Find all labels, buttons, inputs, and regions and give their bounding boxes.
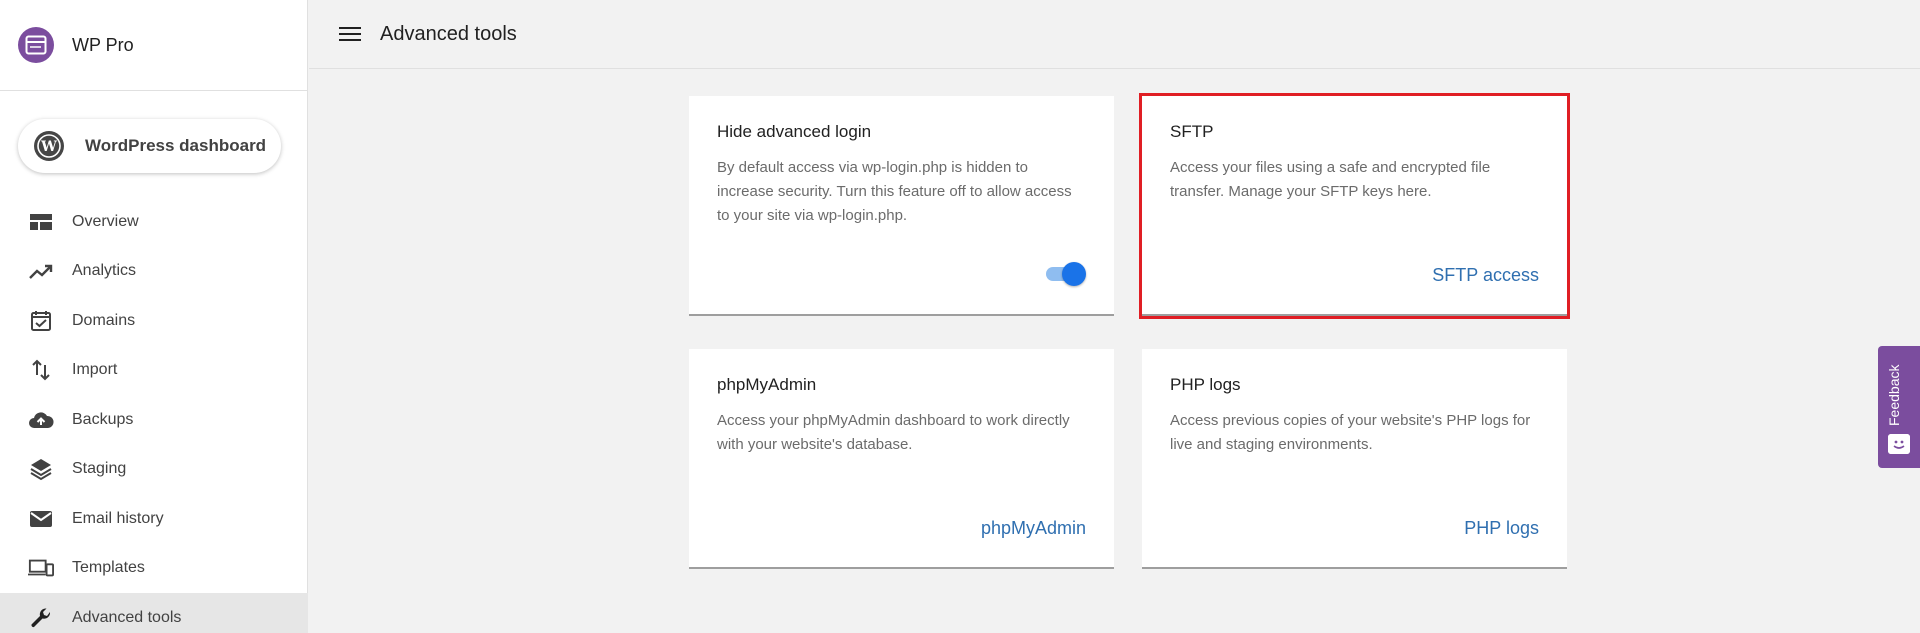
sidebar: WP Pro W WordPress dashboard Overview An… — [0, 0, 308, 633]
sidebar-item-label: Advanced tools — [72, 608, 182, 626]
card-title: SFTP — [1170, 122, 1214, 141]
sidebar-item-label: Email history — [72, 509, 164, 527]
card-description: Access previous copies of your website's… — [1170, 412, 1531, 453]
chat-icon — [1888, 434, 1910, 454]
feedback-label: Feedback — [1886, 364, 1902, 426]
domains-icon — [28, 308, 54, 334]
card-description: By default access via wp-login.php is hi… — [717, 159, 1072, 224]
phpmyadmin-link[interactable]: phpMyAdmin — [981, 518, 1086, 539]
overview-icon — [28, 209, 54, 235]
menu-icon[interactable] — [338, 22, 362, 46]
phpmyadmin-card: phpMyAdmin Access your phpMyAdmin dashbo… — [689, 349, 1114, 569]
svg-text:W: W — [40, 139, 57, 155]
sidebar-item-email-history[interactable]: Email history — [0, 494, 308, 544]
sidebar-item-label: Overview — [72, 212, 139, 230]
card-description: Access your phpMyAdmin dashboard to work… — [717, 412, 1070, 453]
staging-icon — [28, 456, 54, 482]
card-title: Hide advanced login — [717, 122, 872, 141]
wordpress-icon: W — [34, 131, 64, 161]
wordpress-dashboard-label: WordPress dashboard — [85, 136, 267, 155]
import-icon — [28, 357, 54, 383]
sidebar-item-staging[interactable]: Staging — [0, 445, 308, 495]
sidebar-nav: Overview Analytics Domains Import Backup… — [0, 197, 308, 633]
sidebar-item-backups[interactable]: Backups — [0, 395, 308, 445]
page-header: Advanced tools — [309, 0, 1920, 69]
wordpress-dashboard-button[interactable]: W WordPress dashboard — [18, 119, 281, 173]
toggle-thumb — [1062, 262, 1086, 286]
sidebar-item-analytics[interactable]: Analytics — [0, 247, 308, 297]
card-description: Access your files using a safe and encry… — [1170, 159, 1491, 200]
sidebar-item-advanced-tools[interactable]: Advanced tools — [0, 593, 308, 633]
sftp-card: SFTP Access your files using a safe and … — [1139, 93, 1570, 319]
php-logs-link[interactable]: PHP logs — [1464, 518, 1539, 539]
email-icon — [28, 506, 54, 532]
site-name: WP Pro — [72, 34, 134, 55]
wrench-icon — [28, 605, 54, 631]
site-logo-icon[interactable] — [18, 27, 54, 63]
sidebar-item-label: Import — [72, 361, 118, 379]
sidebar-item-templates[interactable]: Templates — [0, 544, 308, 594]
php-logs-card: PHP logs Access previous copies of your … — [1142, 349, 1567, 569]
sidebar-item-import[interactable]: Import — [0, 346, 308, 396]
sftp-access-link[interactable]: SFTP access — [1432, 265, 1539, 286]
sidebar-item-label: Domains — [72, 311, 136, 329]
card-title: phpMyAdmin — [717, 375, 817, 394]
sidebar-item-label: Analytics — [72, 262, 137, 280]
feedback-tab[interactable]: Feedback — [1878, 346, 1920, 468]
page-title: Advanced tools — [380, 22, 517, 45]
brand-header: WP Pro — [0, 0, 307, 91]
sidebar-item-domains[interactable]: Domains — [0, 296, 308, 346]
templates-icon — [28, 555, 54, 581]
hide-advanced-login-card: Hide advanced login By default access vi… — [689, 96, 1114, 316]
sidebar-item-overview[interactable]: Overview — [0, 197, 308, 247]
sidebar-item-label: Templates — [72, 559, 145, 577]
analytics-icon — [28, 258, 54, 284]
card-title: PHP logs — [1170, 375, 1241, 394]
backups-icon — [28, 407, 54, 433]
sidebar-item-label: Backups — [72, 410, 134, 428]
hide-login-toggle[interactable] — [1046, 262, 1086, 286]
sidebar-item-label: Staging — [72, 460, 127, 478]
